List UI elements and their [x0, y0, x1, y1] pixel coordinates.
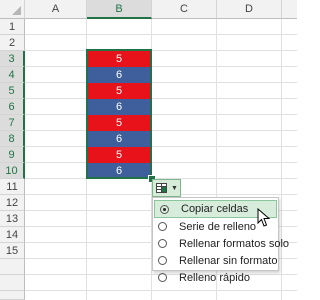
grid-line [25, 114, 297, 115]
radio-icon [158, 239, 167, 248]
row-header-16[interactable] [0, 259, 25, 275]
column-header-d[interactable]: D [217, 0, 282, 19]
radio-selected-icon [160, 204, 169, 214]
menu-item-label: Copiar celdas [181, 203, 249, 215]
spreadsheet-grid: A B C D 1 2 3 4 5 6 7 8 9 10 11 12 13 14… [0, 0, 297, 300]
row-header-10[interactable]: 10 [0, 163, 25, 179]
cell-b4[interactable]: 6 [87, 67, 151, 83]
column-header-a[interactable]: A [25, 0, 87, 19]
mouse-pointer-icon [257, 208, 271, 227]
grid-line [25, 162, 297, 163]
grid-line [25, 290, 297, 291]
grid-line [25, 34, 297, 35]
menu-item-rellenar-formatos-solo[interactable]: Rellenar formatos solo [153, 235, 289, 252]
row-header-2[interactable]: 2 [0, 35, 25, 51]
cell-b7[interactable]: 5 [87, 115, 151, 131]
row-header-13[interactable]: 13 [0, 211, 25, 227]
row-header-17[interactable] [0, 275, 25, 291]
row-header-3[interactable]: 3 [0, 51, 25, 67]
cell-b10[interactable]: 6 [87, 163, 151, 179]
cell-b3[interactable]: 5 [87, 51, 151, 67]
row-header-7[interactable]: 7 [0, 115, 25, 131]
grid-line [25, 146, 297, 147]
chevron-down-icon: ▼ [171, 184, 178, 192]
menu-item-label: Relleno rápido [179, 271, 250, 284]
radio-icon [158, 256, 167, 265]
row-header-18[interactable] [0, 291, 25, 300]
grid-line [25, 130, 297, 131]
row-header-12[interactable]: 12 [0, 195, 25, 211]
menu-item-label: Rellenar sin formato [179, 254, 278, 267]
row-header-8[interactable]: 8 [0, 131, 25, 147]
menu-item-label: Rellenar formatos solo [179, 237, 290, 250]
cell-b8[interactable]: 6 [87, 131, 151, 147]
column-header-b[interactable]: B [87, 0, 152, 19]
row-header-15[interactable]: 15 [0, 243, 25, 259]
menu-item-relleno-rapido[interactable]: Relleno rápido [153, 269, 278, 286]
cell-b9[interactable]: 5 [87, 147, 151, 163]
select-all-corner[interactable] [0, 0, 25, 19]
grid-line [25, 50, 297, 51]
grid-line [25, 98, 297, 99]
menu-item-label: Serie de relleno [179, 220, 257, 233]
menu-item-rellenar-sin-formato[interactable]: Rellenar sin formato [153, 252, 278, 269]
autofill-options-button[interactable]: ▼ [152, 179, 181, 197]
cell-b5[interactable]: 5 [87, 83, 151, 99]
row-header-11[interactable]: 11 [0, 179, 25, 195]
row-header-6[interactable]: 6 [0, 99, 25, 115]
autofill-options-icon [156, 183, 167, 193]
row-header-5[interactable]: 5 [0, 83, 25, 99]
radio-icon [158, 273, 167, 282]
column-header-c[interactable]: C [152, 0, 217, 19]
row-header-4[interactable]: 4 [0, 67, 25, 83]
radio-icon [158, 222, 167, 231]
row-header-14[interactable]: 14 [0, 227, 25, 243]
row-header-9[interactable]: 9 [0, 147, 25, 163]
grid-line [25, 66, 297, 67]
cell-b6[interactable]: 6 [87, 99, 151, 115]
grid-line [25, 82, 297, 83]
row-header-1[interactable]: 1 [0, 19, 25, 35]
column-header-e[interactable] [282, 0, 297, 19]
